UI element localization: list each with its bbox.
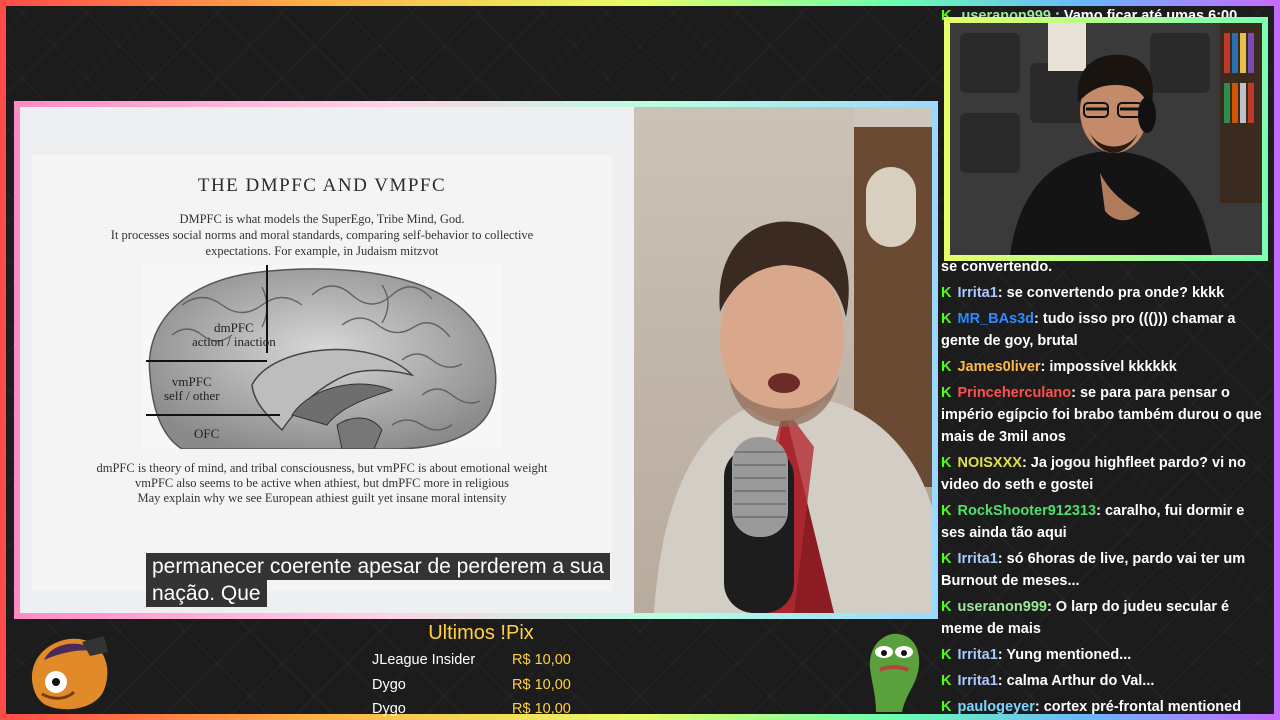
pix-donor: Dygo — [372, 701, 406, 717]
ofc-label: OFC — [194, 426, 220, 441]
subtitles: permanecer coerente apesar de perderem a… — [146, 553, 610, 607]
chat-username[interactable]: paulogeyer — [957, 699, 1034, 715]
slide-area: THE DMPFC AND VMPFC DMPFC is what models… — [20, 107, 634, 613]
kick-badge-icon: K — [941, 359, 952, 375]
presentation-slide: THE DMPFC AND VMPFC DMPFC is what models… — [32, 155, 612, 591]
pix-donor: Dygo — [372, 676, 406, 693]
kick-badge-icon: K — [941, 285, 952, 301]
chat-text: : se convertendo pra onde? kkkk — [997, 285, 1225, 301]
video-frame: THE DMPFC AND VMPFC DMPFC is what models… — [14, 101, 938, 619]
kick-badge-icon: K — [941, 647, 952, 663]
video-player[interactable]: THE DMPFC AND VMPFC DMPFC is what models… — [20, 107, 932, 613]
chat-message: K Irrita1: calma Arthur do Val... — [941, 670, 1271, 692]
slide-note-line: vmPFC also seems to be active when athie… — [135, 476, 509, 490]
pix-amount: R$ 10,00 — [512, 701, 571, 717]
slide-note-line: May explain why we see European athiest … — [137, 491, 507, 505]
chat-username[interactable]: RockShooter912313 — [957, 503, 1096, 519]
kick-badge-icon: K — [941, 311, 952, 327]
chat-message: K Princeherculano: se para para pensar o … — [941, 382, 1271, 448]
chat-message: K Irrita1: se convertendo pra onde? kkkk — [941, 282, 1271, 304]
pix-panel: Ultimos !Pix JLeague Insider R$ 10,00 Dy… — [366, 622, 596, 720]
chat-username[interactable]: useranon999 — [957, 599, 1046, 615]
kick-badge-icon: K — [941, 385, 952, 401]
chat-username[interactable]: Irrita1 — [957, 285, 997, 301]
vmpfc-label: vmPFC self / other — [164, 375, 220, 403]
pix-amount: R$ 10,00 — [512, 652, 571, 668]
chat-message: K RockShooter912313: caralho, fui dormir … — [941, 500, 1271, 544]
chat-message: K James0liver: impossível kkkkkk — [941, 356, 1271, 378]
webcam-video — [950, 23, 1262, 255]
pix-row: JLeague Insider R$ 10,00 — [366, 648, 596, 673]
mascot-right — [862, 628, 924, 712]
vmpfc-subtitle: self / other — [164, 388, 220, 403]
chat-text: : impossível kkkkkk — [1040, 359, 1177, 375]
pix-donor: JLeague Insider — [372, 652, 476, 668]
slide-title: THE DMPFC AND VMPFC — [197, 175, 447, 196]
chat-message: Kpaulogeyer: cortex pré-frontal mentione… — [941, 696, 1271, 718]
chat-message: K NOISXXX: Ja jogou highfleet pardo? vi n… — [941, 452, 1271, 496]
chat-panel: se convertendo. K Irrita1: se convertendo… — [941, 256, 1271, 720]
chat-text: : calma Arthur do Val... — [997, 673, 1155, 689]
kick-badge-icon: K — [941, 551, 952, 567]
chat-text: : cortex pré-frontal mentioned — [1034, 699, 1242, 715]
slide-intro-line: expectations. For example, in Judaism mi… — [205, 244, 439, 258]
chat-message: K Irrita1: Yung mentioned... — [941, 644, 1271, 666]
pepe-frog-icon — [869, 633, 920, 712]
chat-text: : Yung mentioned... — [997, 647, 1132, 663]
chat-list: K Irrita1: se convertendo pra onde? kkkk K… — [941, 282, 1271, 718]
chat-username[interactable]: Irrita1 — [957, 647, 997, 663]
chat-username[interactable]: Princeherculano — [957, 385, 1071, 401]
kick-badge-icon: K — [941, 673, 952, 689]
subtitle-line: permanecer coerente apesar de perderem a… — [146, 553, 610, 580]
chat-username[interactable]: Irrita1 — [957, 673, 997, 689]
brain-diagram: dmPFC action / inaction vmPFC self / oth… — [142, 265, 502, 449]
chat-username[interactable]: Irrita1 — [957, 551, 997, 567]
slide-intro-line: It processes social norms and moral stan… — [110, 228, 534, 242]
streamer-illustration — [950, 23, 1262, 255]
slide-note-line: dmPFC is theory of mind, and tribal cons… — [96, 461, 548, 475]
chat-username[interactable]: NOISXXX — [957, 455, 1021, 471]
chat-username[interactable]: MR_BAs3d — [957, 311, 1034, 327]
chat-message: Kuseranon999: O larp do judeu secular é … — [941, 596, 1271, 640]
pix-row: Dygo R$ 10,00 — [366, 673, 596, 698]
presenter-illustration — [634, 107, 932, 613]
vmpfc-title: vmPFC — [171, 374, 212, 389]
pix-amount: R$ 10,00 — [512, 676, 571, 693]
pix-list: JLeague Insider R$ 10,00 Dygo R$ 10,00 D… — [366, 648, 596, 720]
presenter-video — [634, 107, 932, 613]
slide-intro-line: DMPFC is what models the SuperEgo, Tribe… — [179, 212, 465, 226]
chat-message: K Irrita1: só 6horas de live, pardo vai t… — [941, 548, 1271, 592]
kick-badge-icon: K — [941, 503, 952, 519]
mascot-left — [22, 630, 114, 714]
chat-message: K MR_BAs3d: tudo isso pro ((())) chamar a… — [941, 308, 1271, 352]
kick-badge-icon: K — [941, 599, 952, 615]
kick-badge-icon: K — [941, 455, 952, 471]
chat-message-partial: se convertendo. — [941, 259, 1053, 275]
kick-badge-icon: K — [941, 699, 952, 715]
slide-notes: dmPFC is theory of mind, and tribal cons… — [32, 461, 612, 506]
subtitle-line: nação. Que — [146, 580, 267, 607]
dmpfc-label: dmPFC action / inaction — [192, 321, 276, 349]
dmpfc-subtitle: action / inaction — [192, 334, 276, 349]
webcam-frame — [944, 17, 1268, 261]
brain-illustration — [146, 265, 497, 449]
pix-row: Dygo R$ 10,00 — [366, 697, 596, 720]
dmpfc-title: dmPFC — [214, 320, 254, 335]
pix-title: Ultimos !Pix — [428, 622, 534, 644]
mascot-character-icon — [31, 636, 108, 710]
chat-username[interactable]: James0liver — [957, 359, 1040, 375]
slide-intro: DMPFC is what models the SuperEgo, Tribe… — [32, 211, 612, 259]
